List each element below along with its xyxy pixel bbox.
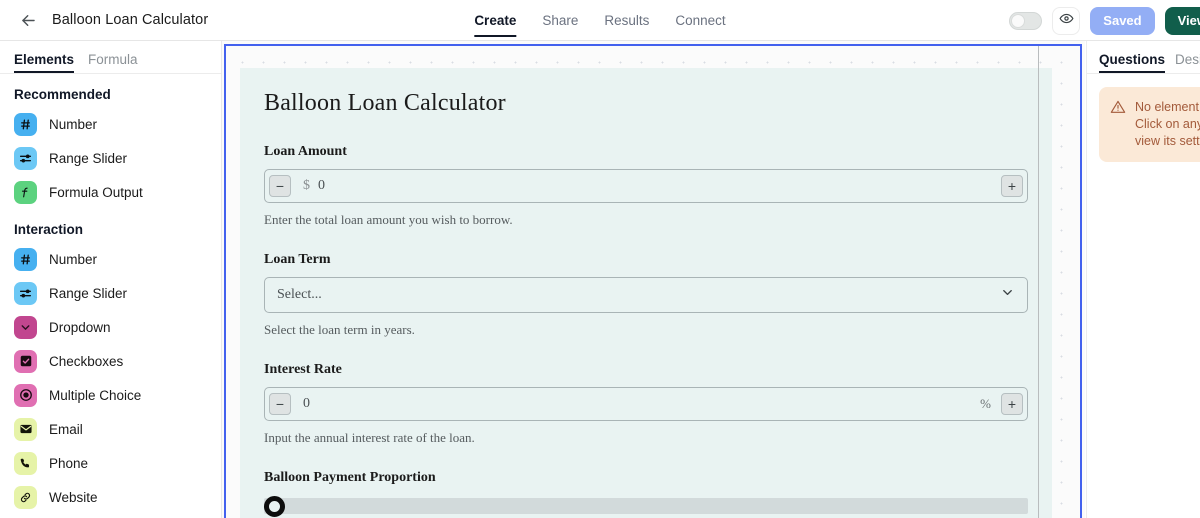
sidebar-item-dropdown[interactable]: Dropdown xyxy=(0,310,221,344)
interest-rate-input[interactable]: 0 xyxy=(303,396,980,412)
tab-results[interactable]: Results xyxy=(604,0,649,41)
elements-sidebar: Elements Formula Recommended Number Rang… xyxy=(0,41,222,518)
currency-symbol: $ xyxy=(303,178,310,193)
sidebar-item-label: Phone xyxy=(49,455,89,471)
sidebar-item-number[interactable]: Number xyxy=(0,242,221,276)
field-label: Balloon Payment Proportion xyxy=(264,470,436,485)
chevron-down-icon xyxy=(1000,285,1015,305)
main-nav-tabs: Create Share Results Connect xyxy=(474,0,726,41)
notice-line-2: Click on any element to xyxy=(1135,117,1200,131)
tab-connect[interactable]: Connect xyxy=(675,0,725,41)
canvas-resize-handle[interactable] xyxy=(1038,46,1039,518)
sidebar-tab-formula[interactable]: Formula xyxy=(88,52,138,73)
settings-panel-tabs: Questions Design xyxy=(1087,41,1200,74)
no-element-selected-notice: No element selected Click on any element… xyxy=(1099,87,1200,162)
link-icon xyxy=(14,485,37,509)
checkbox-icon xyxy=(14,349,37,373)
hash-icon xyxy=(14,247,37,271)
sidebar-item-label: Checkboxes xyxy=(49,353,124,369)
sidebar-item-number-recommended[interactable]: Number xyxy=(0,107,221,141)
sliders-icon xyxy=(14,146,37,170)
loan-amount-value: 0 xyxy=(318,178,325,193)
form-card[interactable]: Balloon Loan Calculator Loan Amount − $0… xyxy=(240,68,1052,518)
sidebar-item-multiple-choice[interactable]: Multiple Choice xyxy=(0,378,221,412)
loan-amount-stepper[interactable]: − $0 + xyxy=(264,169,1028,203)
top-bar-actions: Saved View xyxy=(1009,0,1200,41)
sidebar-item-range-slider[interactable]: Range Slider xyxy=(0,276,221,310)
interest-rate-stepper[interactable]: − 0 % + xyxy=(264,387,1028,421)
sidebar-item-label: Range Slider xyxy=(49,150,128,166)
tab-create[interactable]: Create xyxy=(474,0,517,41)
field-help: Select the loan term in years. xyxy=(264,322,415,337)
function-icon xyxy=(14,180,37,204)
sliders-icon xyxy=(14,281,37,305)
radio-icon xyxy=(14,383,37,407)
tab-design[interactable]: Design xyxy=(1175,52,1200,73)
sidebar-tabs: Elements Formula xyxy=(0,41,221,74)
selected-form-frame[interactable]: Balloon Loan Calculator Loan Amount − $0… xyxy=(224,44,1082,518)
sidebar-item-label: Multiple Choice xyxy=(49,387,142,403)
notice-text: No element selected Click on any element… xyxy=(1135,99,1200,150)
field-loan-term[interactable]: Loan Term Select... Select the loan term… xyxy=(264,252,1028,338)
decrement-button[interactable]: − xyxy=(269,393,291,415)
sidebar-item-formula-output[interactable]: Formula Output xyxy=(0,175,221,209)
arrow-left-icon xyxy=(19,11,38,30)
slider-thumb[interactable] xyxy=(264,495,285,517)
field-label: Interest Rate xyxy=(264,362,342,377)
decrement-button[interactable]: − xyxy=(269,175,291,197)
field-help: Input the annual interest rate of the lo… xyxy=(264,430,475,445)
sidebar-item-label: Number xyxy=(49,116,98,132)
sidebar-item-email[interactable]: Email xyxy=(0,412,221,446)
sidebar-tab-elements[interactable]: Elements xyxy=(14,52,75,73)
sidebar-item-range-slider-recommended[interactable]: Range Slider xyxy=(0,141,221,175)
preview-button[interactable] xyxy=(1052,6,1081,35)
top-bar: Balloon Loan Calculator Create Share Res… xyxy=(0,0,1200,41)
settings-panel: Questions Design No element selected Cli… xyxy=(1086,41,1200,518)
envelope-icon xyxy=(14,417,37,441)
chevron-down-icon xyxy=(14,315,37,339)
notice-line-1: No element selected xyxy=(1135,100,1200,114)
interest-rate-value: 0 xyxy=(303,396,310,411)
percent-symbol: % xyxy=(980,396,991,411)
field-balloon-payment-proportion[interactable]: Balloon Payment Proportion Choose the pr… xyxy=(264,470,1028,518)
form-canvas[interactable]: Balloon Loan Calculator Loan Amount − $0… xyxy=(222,41,1085,518)
sidebar-item-phone[interactable]: Phone xyxy=(0,446,221,480)
sidebar-item-label: Email xyxy=(49,421,83,437)
group-title-interaction: Interaction xyxy=(14,222,84,237)
field-label: Loan Amount xyxy=(264,144,347,159)
sidebar-item-label: Number xyxy=(49,251,98,267)
view-button[interactable]: View xyxy=(1164,6,1200,35)
loan-amount-input[interactable]: $0 xyxy=(303,178,1001,194)
increment-button[interactable]: + xyxy=(1001,393,1023,415)
sidebar-item-label: Formula Output xyxy=(49,184,143,200)
loan-term-value: Select... xyxy=(277,287,322,302)
back-button[interactable] xyxy=(12,4,44,36)
saved-button[interactable]: Saved xyxy=(1090,6,1155,35)
sidebar-item-label: Range Slider xyxy=(49,285,128,301)
field-loan-amount[interactable]: Loan Amount − $0 + Enter the total loan … xyxy=(264,144,1028,228)
slider-track[interactable] xyxy=(264,498,1028,514)
document-title[interactable]: Balloon Loan Calculator xyxy=(52,12,208,28)
sidebar-item-checkboxes[interactable]: Checkboxes xyxy=(0,344,221,378)
tab-share[interactable]: Share xyxy=(542,0,578,41)
hash-icon xyxy=(14,112,37,136)
tab-questions[interactable]: Questions xyxy=(1099,52,1166,73)
notice-line-3: view its settings xyxy=(1135,134,1200,148)
increment-button[interactable]: + xyxy=(1001,175,1023,197)
field-help: Enter the total loan amount you wish to … xyxy=(264,212,513,227)
sidebar-item-label: Dropdown xyxy=(49,319,111,335)
group-title-recommended: Recommended xyxy=(14,87,111,102)
warning-triangle-icon xyxy=(1110,99,1126,150)
balloon-proportion-slider[interactable] xyxy=(264,495,1028,517)
eye-icon xyxy=(1059,11,1074,31)
field-interest-rate[interactable]: Interest Rate − 0 % + Input the annual i… xyxy=(264,362,1028,446)
loan-term-select[interactable]: Select... xyxy=(264,277,1028,313)
sidebar-item-website[interactable]: Website xyxy=(0,480,221,514)
field-label: Loan Term xyxy=(264,252,331,267)
phone-icon xyxy=(14,451,37,475)
publish-toggle[interactable] xyxy=(1009,11,1043,30)
sidebar-item-label: Website xyxy=(49,489,98,505)
toggle-knob xyxy=(1011,13,1026,28)
form-title: Balloon Loan Calculator xyxy=(264,90,506,116)
